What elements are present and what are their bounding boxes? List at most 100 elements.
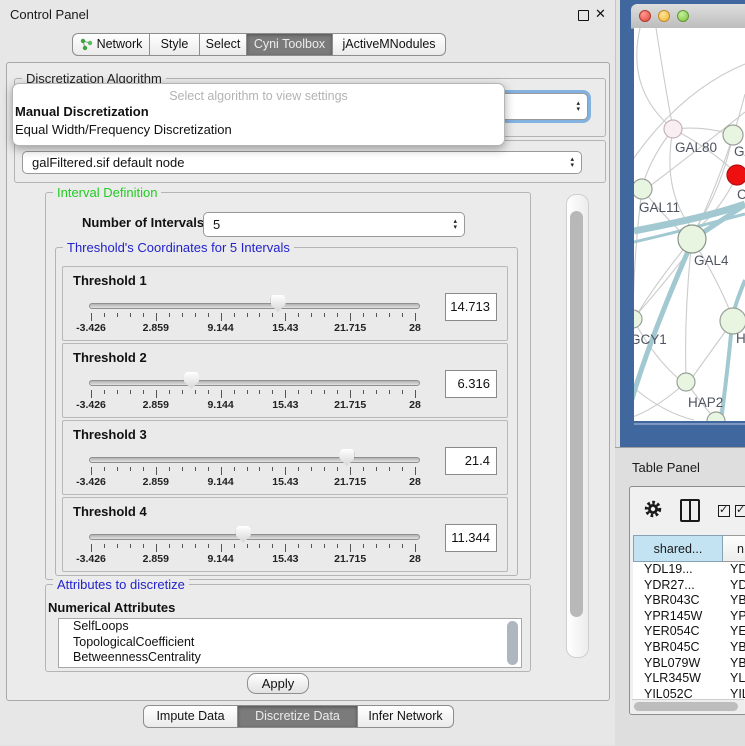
cell-name[interactable]: YLR3 [723, 671, 745, 687]
slider-thumb[interactable] [339, 449, 354, 466]
tick-mark [247, 467, 248, 471]
attribute-item-topologicalcoefficient[interactable]: TopologicalCoefficient [59, 635, 521, 651]
threshold-value-field[interactable]: 11.344 [445, 524, 497, 552]
column-header-name[interactable]: n [723, 535, 745, 562]
cell-shared-name[interactable]: YBR045C [633, 640, 723, 656]
cell-shared-name[interactable]: YER054C [633, 624, 723, 640]
cell-name[interactable]: YBR0 [723, 640, 745, 656]
cell-shared-name[interactable]: YIL052C [633, 687, 723, 699]
threshold-value-field[interactable]: 6.316 [445, 370, 497, 398]
column-header-shared-name[interactable]: shared... [633, 535, 723, 562]
tick-label: 9.144 [189, 399, 253, 411]
tick-mark [143, 544, 144, 548]
tick-mark [389, 467, 390, 471]
network-node-gal11[interactable] [634, 179, 652, 199]
settings-scrollbar[interactable] [566, 194, 589, 658]
cell-shared-name[interactable]: YBL079W [633, 656, 723, 672]
table-row[interactable]: YDL19...YDL1 [633, 562, 745, 578]
cell-name[interactable]: YDR2 [723, 578, 745, 594]
node-label-c: C [737, 187, 745, 202]
slider-track[interactable] [89, 380, 420, 386]
tab-cyni-toolbox[interactable]: Cyni Toolbox [247, 33, 333, 56]
slider-track[interactable] [89, 303, 420, 309]
tab-network[interactable]: Network [72, 33, 150, 56]
scrollbar-thumb[interactable] [570, 211, 583, 617]
network-node-c[interactable] [727, 165, 745, 185]
gear-icon[interactable] [643, 499, 663, 519]
network-node-ga[interactable] [723, 125, 743, 145]
tab-style[interactable]: Style [150, 33, 200, 56]
tab-jactivemnodules[interactable]: jActiveMNodules [333, 33, 446, 56]
tick-mark [143, 313, 144, 317]
cell-shared-name[interactable]: YDR27... [633, 578, 723, 594]
float-window-icon[interactable] [578, 10, 589, 21]
slider-track[interactable] [89, 534, 420, 540]
close-icon[interactable]: ✕ [595, 6, 606, 22]
scrollbar-thumb[interactable] [634, 702, 738, 711]
cell-name[interactable]: YDL1 [723, 562, 745, 578]
tab-infer-network[interactable]: Infer Network [358, 705, 454, 728]
threshold-value-field[interactable]: 14.713 [445, 293, 497, 321]
tick-mark [363, 467, 364, 471]
checkbox-checked-icon[interactable] [718, 505, 730, 517]
split-columns-icon[interactable] [680, 499, 700, 522]
network-window-titlebar[interactable] [631, 4, 745, 29]
tick-label: 28 [383, 399, 447, 411]
network-node-gcy1[interactable] [634, 310, 642, 328]
cell-name[interactable]: YIL0 [723, 687, 745, 699]
cell-name[interactable]: YER0 [723, 624, 745, 640]
table-rows[interactable]: YDL19...YDL1YDR27...YDR2YBR043CYBR0YPR14… [633, 562, 745, 699]
cell-shared-name[interactable]: YLR345W [633, 671, 723, 687]
table-row[interactable]: YBR043CYBR0 [633, 593, 745, 609]
horizontal-scrollbar[interactable] [632, 699, 744, 713]
algorithm-option-manual-discretization[interactable]: Manual Discretization [13, 103, 504, 121]
tab-select[interactable]: Select [200, 33, 247, 56]
network-canvas[interactable]: GAL80GACGAL11GAL4GCY1HHAP2 [634, 28, 745, 421]
cell-name[interactable]: YBL0 [723, 656, 745, 672]
network-node-gal4[interactable] [678, 225, 706, 253]
tick-mark [415, 544, 416, 552]
table-row[interactable]: YBR045CYBR0 [633, 640, 745, 656]
threshold-value-field[interactable]: 21.4 [445, 447, 497, 475]
tab-impute-data[interactable]: Impute Data [143, 705, 238, 728]
cell-shared-name[interactable]: YDL19... [633, 562, 723, 578]
table-row[interactable]: YER054CYER0 [633, 624, 745, 640]
algorithm-option-equal-width-frequency-discretization[interactable]: Equal Width/Frequency Discretization [13, 121, 504, 139]
table-row[interactable]: YPR145WYPR1 [633, 609, 745, 625]
checkbox-checked-icon[interactable] [735, 505, 745, 517]
apply-button[interactable]: Apply [247, 673, 309, 694]
slider-ticks: -3.4262.8599.14415.4321.71528 [63, 311, 507, 337]
tick-label: 15.43 [253, 322, 317, 334]
table-row[interactable]: YIL052CYIL0 [633, 687, 745, 699]
tick-mark [298, 467, 299, 471]
cell-name[interactable]: YPR1 [723, 609, 745, 625]
tick-mark [311, 390, 312, 394]
attribute-item-selfloops[interactable]: SelfLoops [59, 619, 521, 635]
list-scrollbar[interactable] [507, 621, 518, 665]
cell-name[interactable]: YBR0 [723, 593, 745, 609]
slider-thumb[interactable] [271, 295, 286, 312]
network-frame-highlight [634, 423, 745, 425]
num-intervals-select[interactable]: 5 ▴▾ [203, 212, 465, 237]
table-container: shared... n YDL19...YDL1YDR27...YDR2YBR0… [629, 486, 745, 715]
zoom-traffic-light-icon[interactable] [677, 10, 689, 22]
table-row[interactable]: YLR345WYLR3 [633, 671, 745, 687]
close-traffic-light-icon[interactable] [639, 10, 651, 22]
table-row[interactable]: YBL079WYBL0 [633, 656, 745, 672]
cell-shared-name[interactable]: YPR145W [633, 609, 723, 625]
cell-shared-name[interactable]: YBR043C [633, 593, 723, 609]
minimize-traffic-light-icon[interactable] [658, 10, 670, 22]
network-node-gal80[interactable] [664, 120, 682, 138]
slider-thumb[interactable] [236, 526, 251, 543]
table-row[interactable]: YDR27...YDR2 [633, 578, 745, 594]
table-data-select[interactable]: galFiltered.sif default node ▴▾ [22, 151, 582, 174]
threshold-label: Threshold 2 [73, 350, 147, 365]
attributes-list[interactable]: SelfLoopsTopologicalCoefficientBetweenne… [58, 618, 522, 668]
tick-mark [234, 467, 235, 471]
attribute-item-betweennesscentrality[interactable]: BetweennessCentrality [59, 650, 521, 666]
threshold-label: Threshold 1 [73, 273, 147, 288]
tab-discretize-data[interactable]: Discretize Data [238, 705, 358, 728]
network-node-hap2[interactable] [677, 373, 695, 391]
slider-track[interactable] [89, 457, 420, 463]
slider-thumb[interactable] [184, 372, 199, 389]
